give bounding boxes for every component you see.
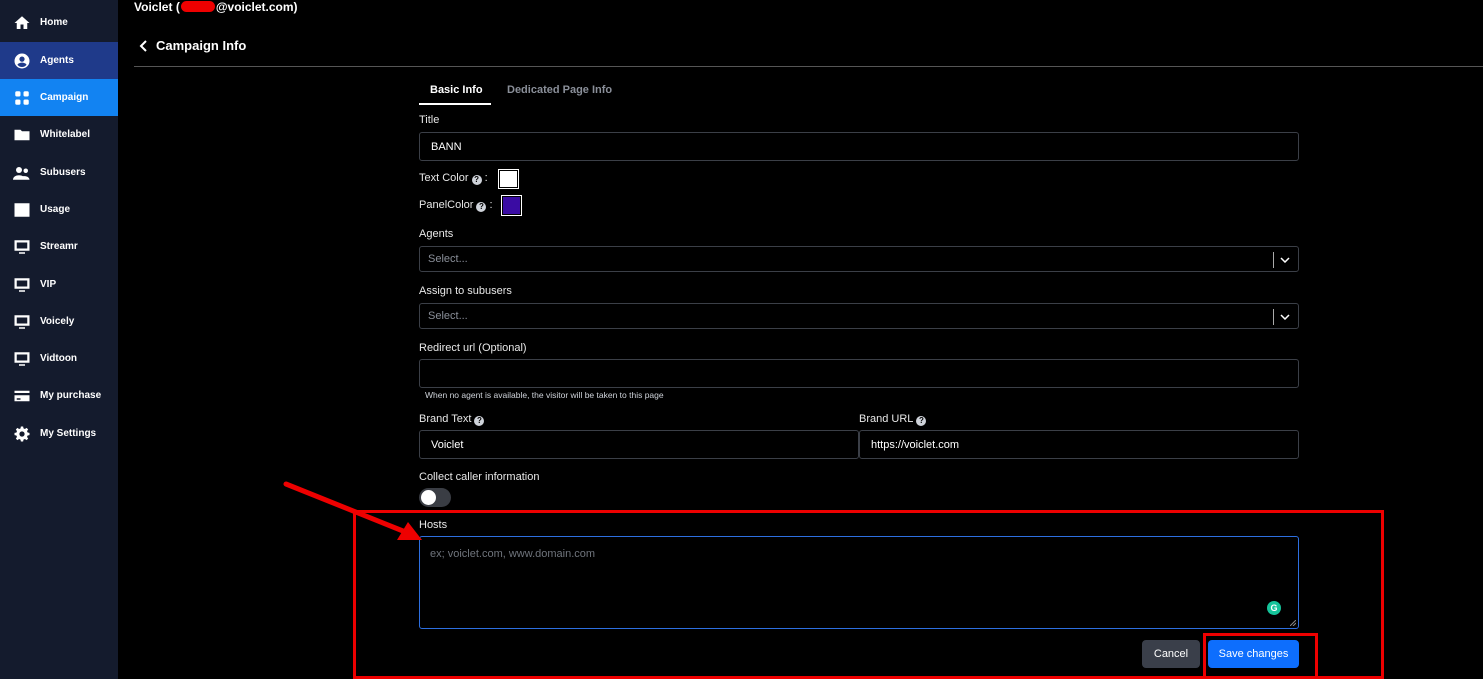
- header-divider: [134, 66, 1483, 67]
- brand-url-label-text: Brand URL: [859, 413, 914, 425]
- agents-label: Agents: [419, 228, 454, 240]
- sidebar-item-label: My purchase: [40, 390, 102, 401]
- users-icon: [12, 163, 31, 182]
- folder-icon: [12, 125, 31, 144]
- subusers-label: Assign to subusers: [419, 285, 512, 297]
- sidebar-item-my-settings[interactable]: My Settings: [0, 415, 118, 452]
- sidebar-item-label: VIP: [40, 279, 57, 290]
- sidebar-item-voicely[interactable]: Voicely: [0, 303, 118, 340]
- title-input[interactable]: BANN: [419, 132, 1299, 161]
- sidebar-item-whitelabel[interactable]: Whitelabel: [0, 116, 118, 153]
- brand-text-value: Voiclet: [431, 438, 464, 451]
- help-icon[interactable]: ?: [471, 174, 482, 185]
- account-name: Voiclet: [134, 0, 173, 14]
- tab-dedicated-page-info[interactable]: Dedicated Page Info: [507, 84, 612, 96]
- back-button[interactable]: [136, 38, 150, 54]
- monitor-icon: [12, 312, 31, 331]
- help-icon[interactable]: ?: [476, 201, 487, 212]
- brand-url-value: https://voiclet.com: [871, 438, 960, 451]
- account-email: @voiclet.com): [215, 0, 298, 14]
- chevron-down-icon[interactable]: [1279, 311, 1291, 323]
- credit-card-icon: [12, 386, 31, 405]
- agents-select[interactable]: Select...: [419, 246, 1299, 272]
- sidebar-item-label: Vidtoon: [40, 353, 78, 364]
- text-color-separator: :: [484, 172, 488, 184]
- panel-color-label: PanelColor? :: [419, 199, 493, 212]
- sidebar-item-label: Voicely: [40, 316, 75, 327]
- account-info: Voiclet ( @voiclet.com): [134, 0, 298, 14]
- sidebar-item-vidtoon[interactable]: Vidtoon: [0, 340, 118, 377]
- sidebar-item-label: Agents: [40, 55, 74, 66]
- user-circle-icon: [12, 51, 31, 70]
- account-paren: (: [175, 0, 180, 14]
- sidebar-item-label: Usage: [40, 204, 71, 215]
- select-separator: [1273, 252, 1274, 268]
- chart-icon: [12, 200, 31, 219]
- text-color-label: Text Color? :: [419, 172, 488, 185]
- subusers-select[interactable]: Select...: [419, 303, 1299, 329]
- select-separator: [1273, 309, 1274, 325]
- subusers-placeholder: Select...: [428, 310, 468, 322]
- sidebar-item-streamr[interactable]: Streamr: [0, 228, 118, 265]
- redirect-label: Redirect url (Optional): [419, 342, 527, 354]
- sidebar-item-label: Whitelabel: [40, 129, 91, 140]
- agents-placeholder: Select...: [428, 253, 468, 265]
- page-title: Campaign Info: [156, 38, 247, 53]
- redaction-mark: [180, 1, 215, 12]
- sidebar-item-label: Home: [40, 17, 68, 28]
- text-color-swatch[interactable]: [498, 169, 519, 189]
- active-tab-indicator: [419, 103, 491, 105]
- sidebar-item-usage[interactable]: Usage: [0, 191, 118, 228]
- sidebar-item-label: Campaign: [40, 92, 89, 103]
- brand-text-input[interactable]: Voiclet: [419, 430, 859, 459]
- sidebar-item-label: Subusers: [40, 167, 86, 178]
- sidebar-item-label: My Settings: [40, 428, 97, 439]
- help-icon[interactable]: ?: [916, 415, 927, 426]
- text-color-label-text: Text Color: [419, 172, 469, 184]
- panel-color-fill: [503, 197, 520, 214]
- panel-color-swatch[interactable]: [501, 195, 522, 216]
- tab-basic-info[interactable]: Basic Info: [430, 84, 483, 96]
- chevron-down-icon[interactable]: [1279, 254, 1291, 266]
- brand-text-label-text: Brand Text: [419, 413, 472, 425]
- annotation-arrow-icon: [283, 481, 422, 540]
- sidebar-item-campaign[interactable]: Campaign: [0, 79, 118, 116]
- sidebar-item-label: Streamr: [40, 241, 78, 252]
- brand-url-input[interactable]: https://voiclet.com: [859, 430, 1299, 459]
- monitor-icon: [12, 349, 31, 368]
- sidebar-item-home[interactable]: Home: [0, 4, 118, 41]
- brand-url-label: Brand URL?: [859, 413, 927, 426]
- panel-color-separator: :: [489, 199, 493, 211]
- monitor-icon: [12, 237, 31, 256]
- help-icon[interactable]: ?: [474, 415, 485, 426]
- home-icon: [12, 13, 31, 32]
- sidebar-item-vip[interactable]: VIP: [0, 266, 118, 303]
- monitor-icon: [12, 275, 31, 294]
- brand-text-label: Brand Text?: [419, 413, 485, 426]
- title-label: Title: [419, 114, 440, 126]
- grid-icon: [12, 88, 31, 107]
- collect-caller-label: Collect caller information: [419, 471, 540, 483]
- sidebar: Home Agents Campaign Whitelabel Subusers…: [0, 0, 118, 679]
- redirect-hint: When no agent is available, the visitor …: [425, 390, 664, 400]
- sidebar-item-subusers[interactable]: Subusers: [0, 154, 118, 191]
- chevron-left-icon: [139, 40, 147, 52]
- title-input-value: BANN: [431, 140, 462, 153]
- annotation-box-save: [1203, 633, 1318, 679]
- sidebar-item-agents[interactable]: Agents: [0, 42, 118, 79]
- redirect-url-input[interactable]: [419, 359, 1299, 388]
- text-color-fill: [500, 171, 517, 187]
- gear-icon: [12, 424, 31, 443]
- sidebar-item-my-purchase[interactable]: My purchase: [0, 377, 118, 414]
- panel-color-label-text: PanelColor: [419, 199, 474, 211]
